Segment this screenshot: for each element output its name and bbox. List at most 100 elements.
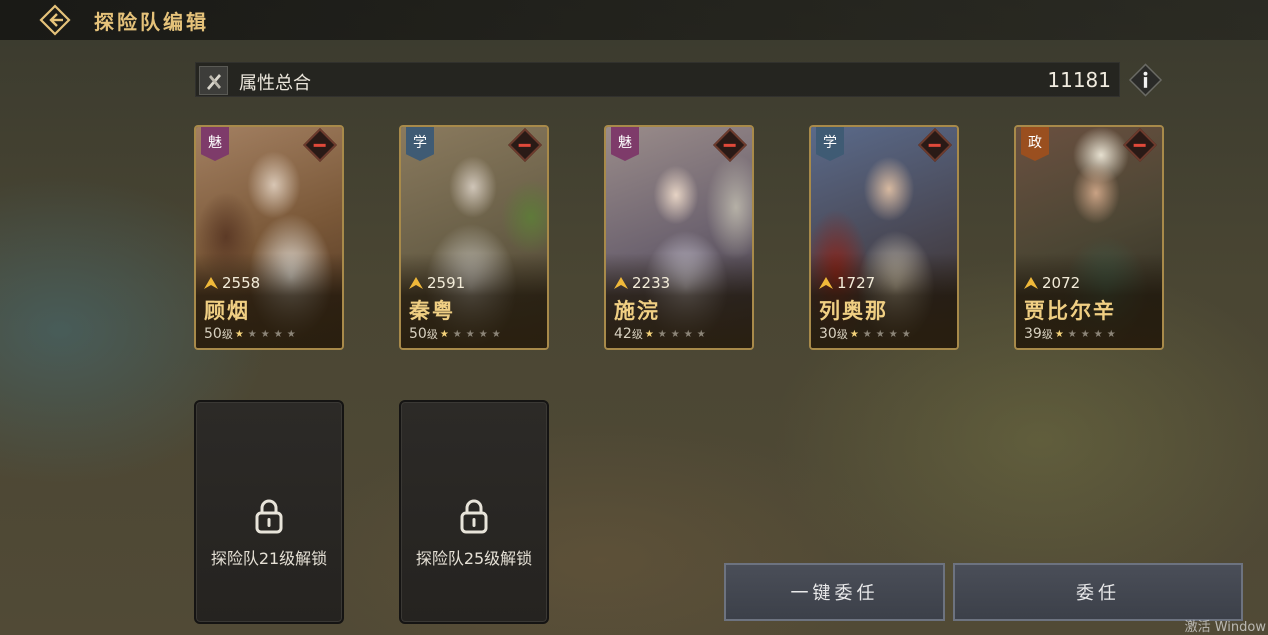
attribute-total-label: 属性总合 (239, 73, 311, 94)
star-icon: ★ (234, 328, 244, 340)
star-icon: ★ (1054, 328, 1064, 340)
hero-name: 施浣 (614, 299, 660, 323)
charm-attribute-badge: 魅 (611, 127, 639, 161)
hero-power: 2233 (614, 274, 670, 292)
hero-card[interactable]: 学 2591 秦粤 50 级 ★ ★ ★ ★ ★ (399, 125, 549, 350)
power-arrow-icon (614, 277, 628, 289)
power-arrow-icon (819, 277, 833, 289)
hero-card[interactable]: 魅 2233 施浣 42 级 ★ ★ ★ ★ ★ (604, 125, 754, 350)
star-icon: ★ (888, 328, 898, 340)
hero-card[interactable]: 政 2072 贾比尔辛 39 级 ★ ★ ★ ★ ★ (1014, 125, 1164, 350)
hero-level-value: 30 (819, 326, 837, 342)
hero-name: 顾烟 (204, 299, 250, 323)
star-icon: ★ (901, 328, 911, 340)
star-icon: ★ (1080, 328, 1090, 340)
page-title: 探险队编辑 (94, 10, 209, 34)
star-icon: ★ (683, 328, 693, 340)
hero-power-value: 2233 (632, 274, 671, 292)
hero-level-unit: 级 (426, 328, 438, 341)
power-arrow-icon (1024, 277, 1038, 289)
power-arrow-icon (204, 277, 218, 289)
hero-level: 30 级 ★ ★ ★ ★ ★ (819, 326, 915, 342)
hero-name: 秦粤 (409, 299, 455, 323)
star-icon: ★ (286, 328, 296, 340)
hero-power: 2558 (204, 274, 260, 292)
star-icon: ★ (875, 328, 885, 340)
remove-hero-button[interactable] (508, 128, 542, 162)
hero-power-value: 2558 (222, 274, 261, 292)
lock-icon (255, 499, 283, 534)
star-icon: ★ (260, 328, 270, 340)
star-icon: ★ (452, 328, 462, 340)
star-icon: ★ (696, 328, 706, 340)
remove-icon (303, 128, 337, 162)
locked-slot[interactable]: 探险队25级解锁 (399, 400, 549, 624)
hero-card[interactable]: 魅 2558 顾烟 50 级 ★ ★ ★ ★ ★ (194, 125, 344, 350)
remove-icon (1123, 128, 1157, 162)
star-icon: ★ (247, 328, 257, 340)
star-icon: ★ (1093, 328, 1103, 340)
crossed-quills-icon (206, 73, 221, 90)
hero-power-value: 2591 (427, 274, 466, 292)
politics-attribute-badge: 政 (1021, 127, 1049, 161)
star-icon: ★ (465, 328, 475, 340)
unlock-condition-text: 探险队21级解锁 (210, 549, 328, 568)
star-icon: ★ (670, 328, 680, 340)
study-attribute-badge: 学 (816, 127, 844, 161)
hero-card[interactable]: 学 1727 列奥那 30 级 ★ ★ ★ ★ ★ (809, 125, 959, 350)
locked-slot[interactable]: 探险队21级解锁 (194, 400, 344, 624)
attribute-icon (199, 66, 228, 95)
study-attribute-badge: 学 (406, 127, 434, 161)
star-icon: ★ (1067, 328, 1077, 340)
attribute-total-value: 11181 (1047, 68, 1111, 92)
hero-power-value: 2072 (1042, 274, 1081, 292)
star-icon: ★ (439, 328, 449, 340)
hero-power: 1727 (819, 274, 875, 292)
assign-button[interactable]: 委任 (953, 563, 1243, 621)
hero-power: 2591 (409, 274, 465, 292)
remove-icon (508, 128, 542, 162)
remove-icon (713, 128, 747, 162)
hero-level: 50 级 ★ ★ ★ ★ ★ (409, 326, 505, 342)
lock-icon (460, 499, 488, 534)
hero-level-unit: 级 (836, 328, 848, 341)
star-icon: ★ (1106, 328, 1116, 340)
unlock-condition-text: 探险队25级解锁 (415, 549, 533, 568)
top-bar: 探险队编辑 (0, 0, 1268, 40)
hero-level-unit: 级 (221, 328, 233, 341)
power-arrow-icon (409, 277, 423, 289)
star-icon: ★ (657, 328, 667, 340)
hero-name: 列奥那 (819, 299, 888, 323)
auto-assign-button[interactable]: 一键委任 (724, 563, 945, 621)
hero-level-value: 50 (204, 326, 222, 342)
remove-hero-button[interactable] (918, 128, 952, 162)
star-icon: ★ (273, 328, 283, 340)
star-icon: ★ (849, 328, 859, 340)
hero-level-unit: 级 (631, 328, 643, 341)
info-icon (1128, 62, 1163, 97)
back-arrow-icon (39, 4, 71, 36)
star-icon: ★ (644, 328, 654, 340)
os-activation-watermark: 激活 Window (1184, 620, 1266, 635)
hero-level: 39 级 ★ ★ ★ ★ ★ (1024, 326, 1120, 342)
hero-level: 50 级 ★ ★ ★ ★ ★ (204, 326, 300, 342)
charm-attribute-badge: 魅 (201, 127, 229, 161)
remove-hero-button[interactable] (713, 128, 747, 162)
hero-level-value: 42 (614, 326, 632, 342)
hero-level-value: 39 (1024, 326, 1042, 342)
star-icon: ★ (862, 328, 872, 340)
hero-level-value: 50 (409, 326, 427, 342)
remove-hero-button[interactable] (303, 128, 337, 162)
star-icon: ★ (478, 328, 488, 340)
star-icon: ★ (491, 328, 501, 340)
hero-power-value: 1727 (837, 274, 876, 292)
remove-hero-button[interactable] (1123, 128, 1157, 162)
info-button[interactable] (1128, 62, 1163, 97)
hero-name: 贾比尔辛 (1024, 299, 1116, 323)
hero-level-unit: 级 (1041, 328, 1053, 341)
remove-icon (918, 128, 952, 162)
back-button[interactable] (38, 4, 72, 36)
hero-power: 2072 (1024, 274, 1080, 292)
attribute-total-bar: 属性总合 11181 (195, 62, 1120, 97)
hero-level: 42 级 ★ ★ ★ ★ ★ (614, 326, 710, 342)
